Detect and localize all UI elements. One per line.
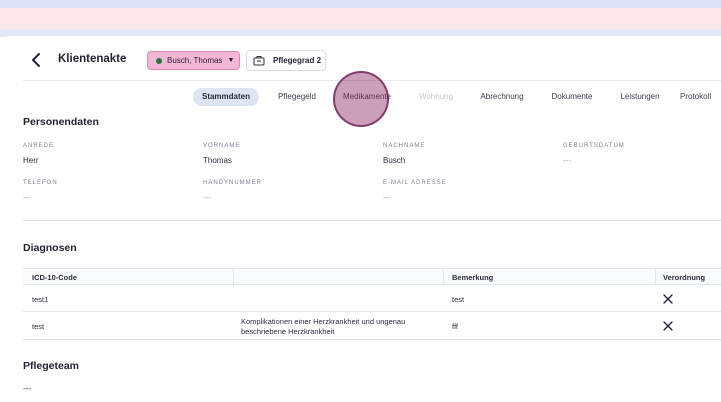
client-name: Busch, Thomas [167, 56, 223, 65]
briefcase-icon [253, 56, 265, 66]
field-label-vorname: VORNAME [203, 143, 241, 149]
field-label-telefon: TELEFON [23, 180, 58, 186]
table-header-row: ICD-10-Code Bemerkung Verordnung [23, 268, 721, 286]
field-value-nachname: Busch [383, 156, 406, 165]
table-row: test Komplikationen einer Herzkrankheit … [23, 312, 721, 340]
close-icon[interactable] [663, 321, 673, 331]
field-value-handynummer: --- [203, 193, 211, 202]
field-value-geburtsdatum: --- [563, 156, 571, 165]
pflegegrad-badge[interactable]: Pflegegrad 2 [246, 50, 326, 71]
field-value-telefon: --- [23, 193, 31, 202]
field-label-email: E-MAIL ADRESSE [383, 180, 447, 186]
column-header-bemerkung: Bemerkung [452, 273, 494, 282]
tab-wohnung[interactable]: Wohnung [412, 88, 460, 106]
cell-bemerkung: test [452, 295, 465, 304]
pink-band [0, 8, 721, 29]
tab-protokoll[interactable]: Protokoll [680, 88, 721, 106]
close-icon[interactable] [663, 294, 673, 304]
field-value-email: --- [383, 193, 391, 202]
cell-bemerkung: fff [452, 322, 458, 331]
pflegeteam-value: --- [23, 384, 31, 393]
field-label-anrede: ANREDE [23, 143, 55, 149]
column-divider [655, 269, 656, 286]
page-title: Klientenakte [58, 53, 127, 65]
cell-icd: test [32, 322, 45, 331]
field-label-handynummer: HANDYNUMMER [203, 180, 262, 186]
pflegeteam-title: Pflegeteam [23, 360, 80, 372]
tab-dokumente[interactable]: Dokumente [544, 88, 600, 106]
column-divider [443, 269, 444, 286]
tab-pflegegeld[interactable]: Pflegegeld [268, 88, 326, 106]
table-row: test1 test [23, 285, 721, 312]
tab-stammdaten[interactable]: Stammdaten [193, 88, 259, 106]
back-button[interactable] [27, 50, 47, 70]
cell-description: Komplikationen einer Herzkrankheit und u… [241, 317, 406, 336]
column-header-verordnung: Verordnung [663, 273, 706, 282]
field-label-geburtsdatum: GEBURTSDATUM [563, 143, 625, 149]
tabs-divider [23, 80, 721, 81]
page-header: Klientenakte Busch, Thomas ▼ Pflegegrad … [0, 36, 721, 84]
tab-medikamente[interactable]: Medikamente [336, 88, 398, 106]
section-divider [23, 220, 721, 221]
field-value-anrede: Herr [23, 156, 39, 165]
client-selector[interactable]: Busch, Thomas ▼ [147, 51, 240, 70]
column-header-icd: ICD-10-Code [32, 273, 78, 282]
tab-abrechnung[interactable]: Abrechnung [474, 88, 530, 106]
personendaten-title: Personendaten [23, 116, 99, 128]
column-divider [233, 269, 234, 286]
chevron-left-icon [32, 53, 40, 67]
top-band [0, 0, 721, 8]
caret-down-icon: ▼ [227, 57, 235, 64]
status-dot-icon [156, 57, 162, 64]
cell-icd: test1 [32, 295, 49, 304]
diagnosen-title: Diagnosen [23, 242, 77, 254]
tab-leistungen[interactable]: Leistungen [614, 88, 666, 106]
pflegegrad-label: Pflegegrad 2 [273, 56, 322, 65]
field-label-nachname: NACHNAME [383, 143, 426, 149]
field-value-vorname: Thomas [203, 156, 232, 165]
